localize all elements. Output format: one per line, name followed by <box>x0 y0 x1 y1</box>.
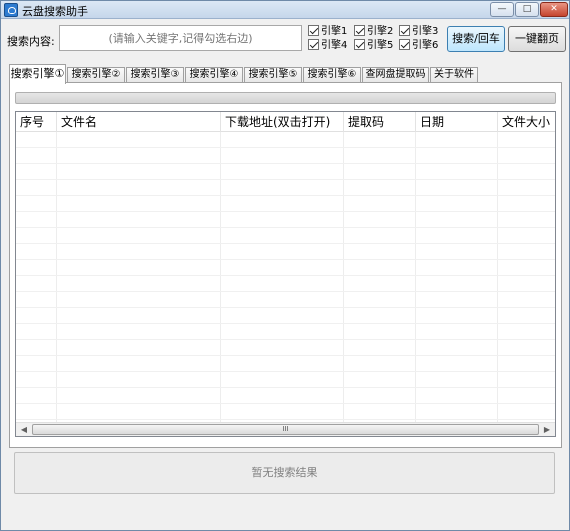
empty-grid-row <box>16 212 555 228</box>
tab-about[interactable]: 关于软件 <box>430 67 478 83</box>
engine-4-checkbox[interactable]: 引擎4 <box>308 39 347 52</box>
title-bar[interactable]: 云盘搜索助手 — □ ✕ <box>1 1 569 19</box>
empty-grid-row <box>16 228 555 244</box>
empty-grid-row <box>16 260 555 276</box>
scroll-left-arrow-icon[interactable]: ◀ <box>17 424 31 436</box>
tab-engine-1[interactable]: 搜索引擎① <box>9 64 66 84</box>
search-progress-bar <box>15 92 556 104</box>
engine-3-checkbox[interactable]: 引擎3 <box>399 25 438 38</box>
checkbox-checked-icon[interactable] <box>399 25 410 36</box>
empty-grid-row <box>16 292 555 308</box>
column-header-index[interactable]: 序号 <box>16 112 57 132</box>
empty-grid-row <box>16 356 555 372</box>
tab-engine-2[interactable]: 搜索引擎② <box>67 67 125 83</box>
search-input[interactable] <box>59 25 302 51</box>
empty-grid-row <box>16 372 555 388</box>
tab-engine-5[interactable]: 搜索引擎⑤ <box>244 67 302 83</box>
minimize-button[interactable]: — <box>490 2 514 17</box>
checkbox-checked-icon[interactable] <box>354 39 365 50</box>
empty-grid-row <box>16 340 555 356</box>
tab-extract-code[interactable]: 查网盘提取码 <box>362 67 429 83</box>
scroll-right-arrow-icon[interactable]: ▶ <box>540 424 554 436</box>
empty-grid-row <box>16 196 555 212</box>
checkbox-checked-icon[interactable] <box>354 25 365 36</box>
empty-grid-row <box>16 164 555 180</box>
empty-grid-row <box>16 148 555 164</box>
search-label: 搜索内容: <box>7 35 55 48</box>
maximize-button[interactable]: □ <box>515 2 539 17</box>
empty-grid-row <box>16 276 555 292</box>
tab-engine-6[interactable]: 搜索引擎⑥ <box>303 67 361 83</box>
engine-2-checkbox[interactable]: 引擎2 <box>354 25 393 38</box>
checkbox-checked-icon[interactable] <box>308 39 319 50</box>
empty-grid-row <box>16 132 555 148</box>
empty-grid-row <box>16 244 555 260</box>
engine-6-checkbox[interactable]: 引擎6 <box>399 39 438 52</box>
tab-engine-3[interactable]: 搜索引擎③ <box>126 67 184 83</box>
results-table[interactable]: 序号 文件名 下载地址(双击打开) 提取码 日期 文件大小 ◀ III ▶ <box>15 111 556 437</box>
checkbox-checked-icon[interactable] <box>308 25 319 36</box>
empty-grid-row <box>16 388 555 404</box>
checkbox-checked-icon[interactable] <box>399 39 410 50</box>
column-header-file-size[interactable]: 文件大小 <box>498 112 555 132</box>
empty-grid-row <box>16 324 555 340</box>
window-title: 云盘搜索助手 <box>22 5 88 18</box>
empty-grid-row <box>16 404 555 420</box>
horizontal-scrollbar[interactable]: ◀ III ▶ <box>16 422 555 436</box>
tab-panel: 序号 文件名 下载地址(双击打开) 提取码 日期 文件大小 ◀ III ▶ <box>9 82 562 448</box>
empty-grid-row <box>16 180 555 196</box>
app-window: 云盘搜索助手 — □ ✕ 搜索内容: 引擎1 引擎2 引擎3 引擎4 引擎5 引… <box>0 0 570 531</box>
column-header-filename[interactable]: 文件名 <box>57 112 221 132</box>
table-header: 序号 文件名 下载地址(双击打开) 提取码 日期 文件大小 <box>16 112 555 132</box>
column-header-download-url[interactable]: 下载地址(双击打开) <box>221 112 344 132</box>
status-message: 暂无搜索结果 <box>14 452 555 494</box>
tab-engine-4[interactable]: 搜索引擎④ <box>185 67 243 83</box>
scrollbar-thumb[interactable]: III <box>32 424 539 435</box>
column-header-extract-code[interactable]: 提取码 <box>344 112 416 132</box>
cloud-app-icon <box>4 3 18 17</box>
engine-5-checkbox[interactable]: 引擎5 <box>354 39 393 52</box>
next-page-button[interactable]: 一键翻页 <box>508 26 566 52</box>
search-button[interactable]: 搜索/回车 <box>447 26 505 52</box>
engine-1-checkbox[interactable]: 引擎1 <box>308 25 347 38</box>
column-header-date[interactable]: 日期 <box>416 112 498 132</box>
close-button[interactable]: ✕ <box>540 2 568 17</box>
empty-grid-row <box>16 308 555 324</box>
engine-checkbox-group: 引擎1 引擎2 引擎3 引擎4 引擎5 引擎6 <box>308 25 442 53</box>
table-body <box>16 132 555 422</box>
